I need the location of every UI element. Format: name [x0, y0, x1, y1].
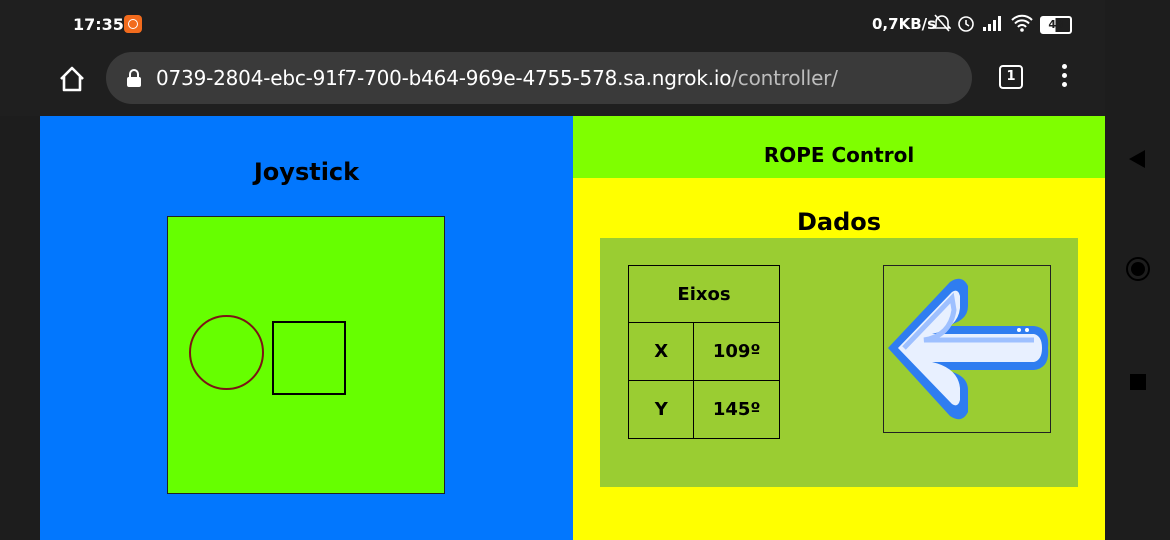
recents-icon[interactable]: [1129, 373, 1147, 391]
direction-indicator: [883, 265, 1051, 433]
axis-label-x: X: [627, 322, 695, 381]
axis-label-y: Y: [627, 380, 695, 439]
axis-value-x: 109º: [693, 322, 780, 381]
address-bar[interactable]: 0739-2804-ebc-91f7-700-b464-969e-4755-57…: [106, 52, 972, 104]
control-panel: ROPE Control Dados Eixos X 109º Y 145º: [573, 116, 1105, 540]
data-title: Dados: [796, 208, 882, 236]
back-icon[interactable]: [1127, 148, 1147, 170]
status-time: 17:35: [73, 15, 124, 34]
alarm-off-icon: [933, 14, 951, 32]
home-nav-icon[interactable]: [1125, 256, 1151, 282]
home-icon[interactable]: [58, 65, 86, 93]
status-bar: 17:35 0,7KB/s 48: [0, 0, 1105, 48]
app-title: ROPE Control: [763, 143, 915, 167]
lock-icon: [127, 69, 141, 87]
joystick-area[interactable]: [167, 216, 445, 494]
battery-icon: 48: [1040, 16, 1072, 34]
tab-switcher-button[interactable]: 1: [999, 65, 1023, 89]
network-speed: 0,7KB/s: [872, 15, 937, 33]
joystick-target: [272, 321, 346, 395]
navigation-bar: [1105, 0, 1170, 540]
browser-menu-button[interactable]: [1062, 64, 1068, 91]
url-host: 0739-2804-ebc-91f7-700-b464-969e-4755-57…: [156, 66, 732, 90]
table-row: Y 145º: [627, 380, 780, 439]
arrow-left-icon: [888, 278, 1049, 420]
joystick-title: Joystick: [253, 158, 360, 186]
axes-table: Eixos X 109º Y 145º: [627, 265, 780, 439]
axes-table-header: Eixos: [628, 265, 780, 323]
app-notification-icon: [124, 15, 142, 33]
joystick-knob[interactable]: [189, 315, 264, 390]
header-bar: ROPE Control: [573, 116, 1105, 178]
alarm-icon: [958, 16, 974, 32]
wifi-icon: [1011, 14, 1033, 32]
browser-toolbar: 0739-2804-ebc-91f7-700-b464-969e-4755-57…: [0, 48, 1105, 116]
url-text: 0739-2804-ebc-91f7-700-b464-969e-4755-57…: [156, 66, 838, 90]
joystick-panel: Joystick: [40, 116, 573, 540]
url-path: /controller/: [731, 66, 838, 90]
table-row: X 109º: [627, 322, 780, 381]
data-panel: Eixos X 109º Y 145º: [600, 238, 1078, 487]
signal-icon: [983, 16, 1001, 31]
axis-value-y: 145º: [693, 380, 780, 439]
